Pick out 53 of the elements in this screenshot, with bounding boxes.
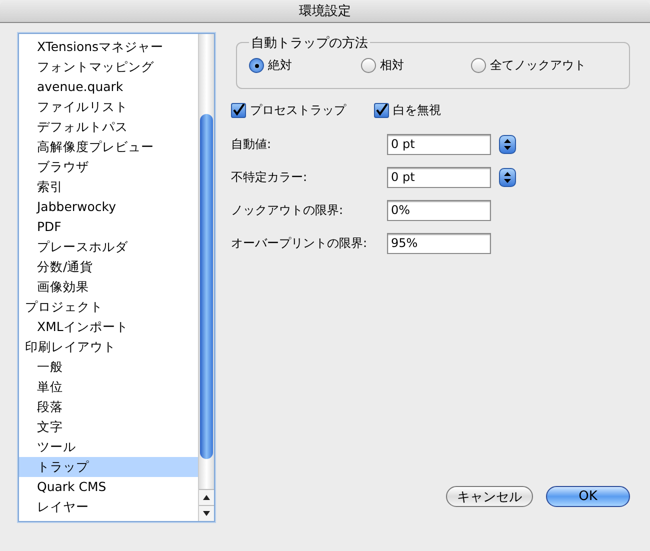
radio-button[interactable]: 相対 xyxy=(361,57,471,74)
stepper-icon[interactable] xyxy=(499,134,516,154)
category-list[interactable]: XTensionsマネジャー フォントマッピング avenue.quark ファイルリスト デフォルトパス 高解像度プレビュー ブラウザ 索引 Jabberwocky PDF プレースホルダ 分数/通貨 画像効果 プロジェクト XMLインポート 印刷レイアウト 一般 単位 段落 文字 ツール トラップ Quark CMS レイヤー xyxy=(18,33,215,522)
checkmark-icon[interactable] xyxy=(231,103,246,118)
checkbox[interactable]: プロセストラップ xyxy=(231,102,346,119)
list-item[interactable]: 文字 xyxy=(19,417,198,437)
list-item[interactable]: プロジェクト xyxy=(19,297,198,317)
list-item[interactable]: 高解像度プレビュー xyxy=(19,137,198,157)
list-item[interactable]: トラップ xyxy=(19,457,198,477)
input-field[interactable]: 0 pt xyxy=(387,166,491,188)
checkbox[interactable]: 白を無視 xyxy=(374,102,441,119)
group-title: 自動トラップの方法 xyxy=(249,34,370,52)
ok-button[interactable]: OK xyxy=(546,486,630,507)
input-field[interactable]: 95% xyxy=(387,232,491,254)
cancel-button[interactable]: キャンセル xyxy=(446,486,533,507)
stepper-icon[interactable] xyxy=(499,168,516,186)
list-item[interactable]: avenue.quark xyxy=(19,77,198,97)
checkmark-icon[interactable] xyxy=(374,103,389,118)
list-item[interactable]: 索引 xyxy=(19,177,198,197)
list-item[interactable]: 画像効果 xyxy=(19,277,198,297)
radio-button[interactable]: 全てノックアウト xyxy=(471,57,586,74)
list-item[interactable]: デフォルトパス xyxy=(19,117,198,137)
list-item[interactable]: Quark CMS xyxy=(19,477,198,497)
list-item[interactable]: フォントマッピング xyxy=(19,57,198,77)
list-item[interactable]: PDF xyxy=(19,217,198,237)
radio-empty-icon[interactable] xyxy=(361,58,376,73)
field-label: ノックアウトの限界: xyxy=(231,202,344,218)
scroll-thumb[interactable] xyxy=(200,114,213,459)
list-item[interactable]: 単位 xyxy=(19,377,198,397)
list-item[interactable]: ツール xyxy=(19,437,198,457)
list-item[interactable]: 印刷レイアウト xyxy=(19,337,198,357)
radio-selected-icon[interactable] xyxy=(249,58,264,73)
list-item[interactable]: XTensionsマネジャー xyxy=(19,37,198,57)
list-item[interactable]: プレースホルダ xyxy=(19,237,198,257)
list-item[interactable]: 段落 xyxy=(19,397,198,417)
list-item[interactable]: XMLインポート xyxy=(19,317,198,337)
field-label: オーバープリントの限界: xyxy=(231,234,368,252)
window-title: 環境設定 xyxy=(0,0,650,23)
field-label: 自動値: xyxy=(231,136,272,152)
input-field[interactable]: 0% xyxy=(387,200,491,220)
field-label: 不特定カラー: xyxy=(231,168,308,186)
scroll-up-icon[interactable] xyxy=(199,489,214,505)
list-item[interactable]: ブラウザ xyxy=(19,157,198,177)
radio-empty-icon[interactable] xyxy=(471,58,486,73)
list-item[interactable]: 分数/通貨 xyxy=(19,257,198,277)
scrollbar[interactable] xyxy=(198,34,214,521)
list-item[interactable]: レイヤー xyxy=(19,497,198,517)
scroll-down-icon[interactable] xyxy=(199,505,214,521)
radio-button[interactable]: 絶対 xyxy=(249,57,361,74)
list-item[interactable]: Jabberwocky xyxy=(19,197,198,217)
list-item[interactable]: ファイルリスト xyxy=(19,97,198,117)
list-item[interactable]: 一般 xyxy=(19,357,198,377)
input-field[interactable]: 0 pt xyxy=(387,134,491,154)
